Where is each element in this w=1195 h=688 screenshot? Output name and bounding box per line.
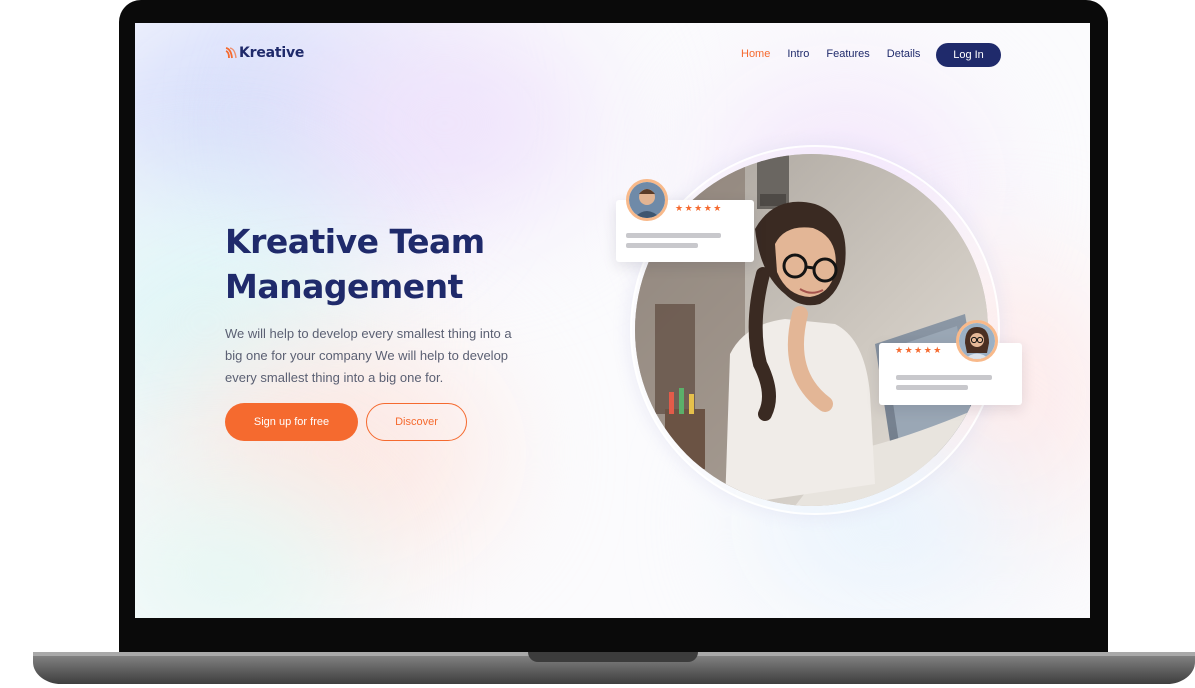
login-button[interactable]: Log In (936, 43, 1001, 67)
hero-title-line: Kreative Team (225, 222, 485, 261)
screen: Kreative Home Intro Features Details Log… (135, 23, 1090, 618)
navbar: Kreative Home Intro Features Details Log… (135, 23, 1090, 87)
text-placeholder-line (896, 385, 968, 390)
logo[interactable]: Kreative (225, 45, 304, 61)
nav-link-features[interactable]: Features (826, 48, 869, 60)
reviewer-avatar (956, 320, 998, 362)
nav-menu: Home Intro Features Details (741, 48, 937, 60)
discover-button[interactable]: Discover (366, 403, 467, 441)
star-rating: ★★★★★ (675, 204, 723, 214)
logo-text: Kreative (239, 45, 305, 61)
nav-link-home[interactable]: Home (741, 48, 770, 60)
text-placeholder-line (896, 375, 992, 380)
avatar-icon (959, 323, 995, 359)
nav-link-details[interactable]: Details (887, 48, 921, 60)
reviewer-avatar (626, 179, 668, 221)
nav-link-intro[interactable]: Intro (787, 48, 809, 60)
avatar-icon (629, 182, 665, 218)
hero-title-line: Management (225, 267, 463, 306)
laptop-notch (528, 652, 698, 662)
text-placeholder-line (626, 243, 698, 248)
hero-title: Kreative Team Management (225, 219, 545, 309)
signup-button[interactable]: Sign up for free (225, 403, 358, 441)
star-rating: ★★★★★ (895, 346, 943, 356)
review-card: ★★★★★ (879, 343, 1022, 405)
hero-description: We will help to develop every smallest t… (225, 326, 512, 385)
text-placeholder-line (626, 233, 721, 238)
logo-mark-icon (225, 47, 237, 59)
